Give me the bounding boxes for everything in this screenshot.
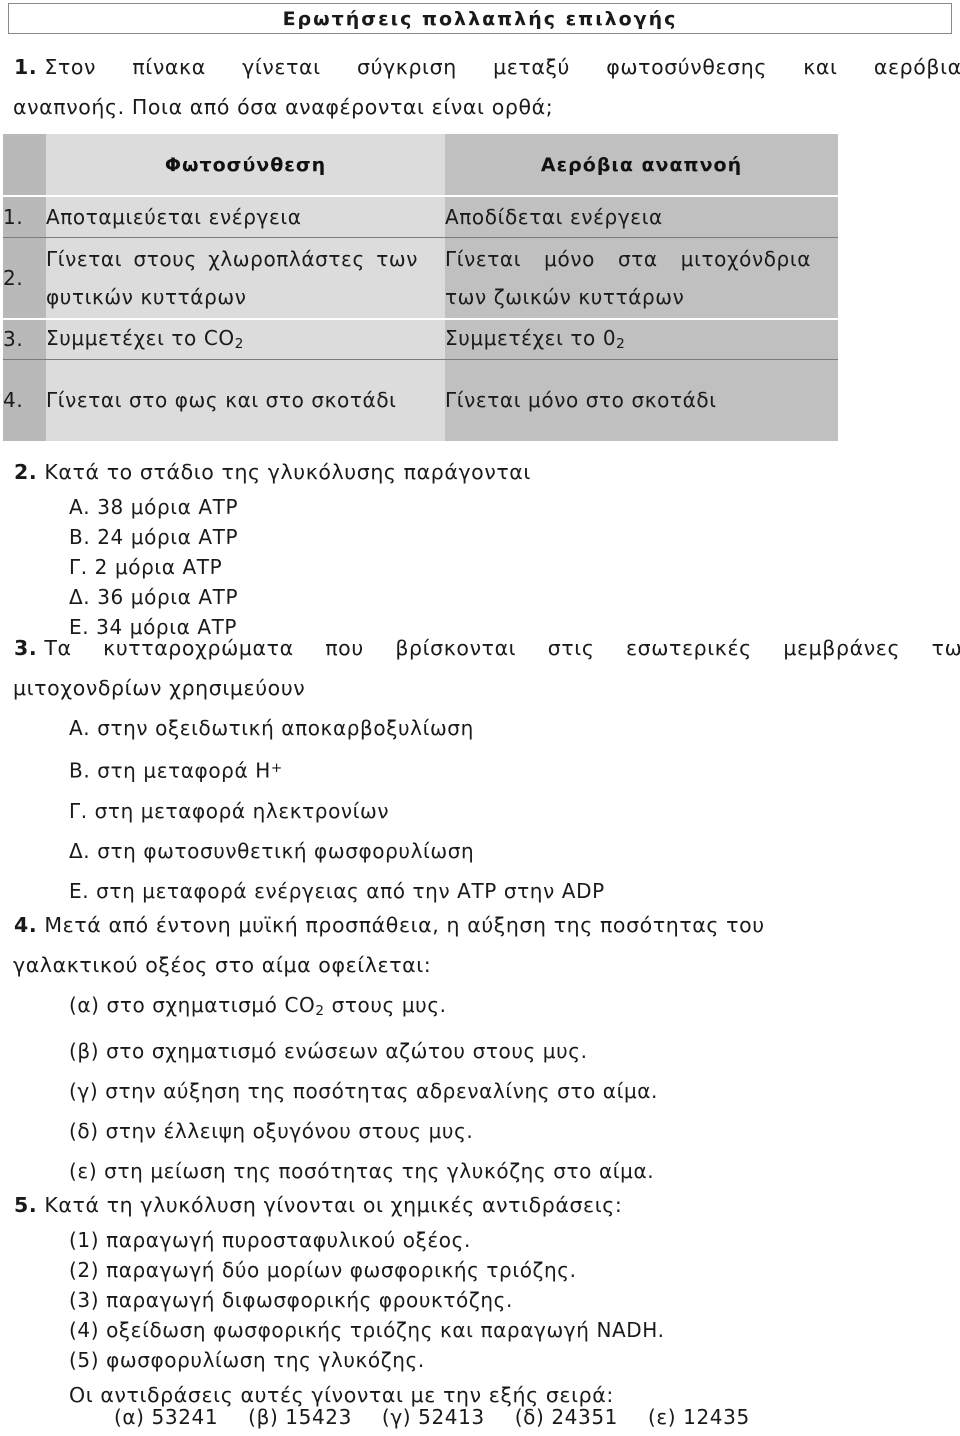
table-cell-respiration-text: Γίνεται μόνο στο σκοτάδι <box>445 388 717 413</box>
question-4-text-line-2: γαλακτικού οξέος στο αίμα οφείλεται: <box>13 953 432 977</box>
table-cell-respiration: Γίνεται μόνο στα μιτοχόνδρια των ζωικών … <box>445 237 838 319</box>
question-2-option-b[interactable]: Β. 24 μόρια ΑΤΡ <box>69 522 946 552</box>
question-5-answer-e[interactable]: (ε) 12435 <box>648 1405 750 1429</box>
question-5-answer-choices: (α) 53241 (β) 15423 (γ) 52413 (δ) 24351 (ε) … <box>114 1405 946 1429</box>
question-3-text-line-2: μιτοχονδρίων χρησιμεύουν <box>13 676 306 700</box>
table-cell-number: 4. <box>3 359 46 441</box>
table-row: 2. Γίνεται στους χλωροπλάστες των φυτικώ… <box>3 237 838 319</box>
question-2-option-c[interactable]: Γ. 2 μόρια ΑΤΡ <box>69 552 946 582</box>
question-5-reaction-4: (4) οξείδωση φωσφορικής τριόζης και παρα… <box>69 1318 665 1342</box>
question-5-answer-b[interactable]: (β) 15423 <box>248 1405 352 1429</box>
question-5-reaction-2: (2) παραγωγή δύο μορίων φωσφορικής τριόζ… <box>69 1258 577 1282</box>
table-cell-photosynthesis-text: Γίνεται στους χλωροπλάστες των φυτικών κ… <box>46 246 418 309</box>
question-5-reaction-3: (3) παραγωγή διφωσφορικής φρουκτόζης. <box>69 1288 513 1312</box>
question-5-answer-c[interactable]: (γ) 52413 <box>382 1405 485 1429</box>
question-3-line-1: 3. Τα κυτταροχρώματα που βρίσκονται στις… <box>14 628 960 668</box>
table-cell-respiration: Αποδίδεται ενέργεια <box>445 196 838 237</box>
question-5-answers-block: (α) 53241 (β) 15423 (γ) 52413 (δ) 24351 (ε) … <box>14 1405 946 1429</box>
table-row: 4. Γίνεται στο φως και στο σκοτάδι Γίνετ… <box>3 359 838 441</box>
question-1-number: 1. <box>14 55 38 79</box>
table-header-row: Φωτοσύνθεση Αερόβια αναπνοή <box>3 134 838 196</box>
question-5: 5. Κατά τη γλυκόλυση γίνονται οι χημικές… <box>14 1185 946 1375</box>
question-5-text: Κατά τη γλυκόλυση γίνονται οι χημικές αν… <box>44 1193 623 1217</box>
question-2-option-d[interactable]: Δ. 36 μόρια ΑΤΡ <box>69 582 946 612</box>
question-3-option-b-text: Β. στη μεταφορά Η <box>69 758 271 783</box>
table-cell-respiration-text: Γίνεται μόνο στα μιτοχόνδρια των ζωικών … <box>445 246 811 309</box>
document-title-box: Ερωτήσεις πολλαπλής επιλογής <box>8 3 952 34</box>
question-2-text: Κατά το στάδιο της γλυκόλυσης παράγονται <box>44 460 531 484</box>
question-3-option-d[interactable]: Δ. στη φωτοσυνθετική φωσφορυλίωση <box>69 831 946 871</box>
question-4-number: 4. <box>14 913 38 937</box>
table-cell-photosynthesis-text: Γίνεται στο φως και στο σκοτάδι <box>46 388 397 413</box>
subscript-two: 2 <box>315 1002 325 1019</box>
table-cell-photosynthesis: Γίνεται στο φως και στο σκοτάδι <box>46 359 445 441</box>
table-row: 1. Αποταμιεύεται ενέργεια Αποδίδεται ενέ… <box>3 196 838 237</box>
table-cell-photosynthesis: Αποταμιεύεται ενέργεια <box>46 196 445 237</box>
question-1-stem: 1. Στον πίνακα γίνεται σύγκριση μεταξύ φ… <box>13 47 960 127</box>
question-3-option-b[interactable]: Β. στη μεταφορά Η+ <box>69 748 946 791</box>
question-3: 3. Τα κυτταροχρώματα που βρίσκονται στις… <box>13 628 960 911</box>
subscript-two: 2 <box>616 336 626 353</box>
table-header-photosynthesis: Φωτοσύνθεση <box>46 134 445 196</box>
table-cell-photosynthesis: Συμμετέχει το CO2 <box>46 319 445 359</box>
question-4-option-c[interactable]: (γ) στην αύξηση της ποσότητας αδρεναλίνη… <box>69 1071 946 1111</box>
table-cell-number: 3. <box>3 319 46 359</box>
question-3-option-c[interactable]: Γ. στη μεταφορά ηλεκτρονίων <box>69 791 946 831</box>
superscript-plus: + <box>270 760 283 776</box>
question-4-option-d[interactable]: (δ) στην έλλειψη οξυγόνου στους μυς. <box>69 1111 946 1151</box>
question-4-option-a[interactable]: (α) στο σχηματισμό CO2 στους μυς. <box>69 985 946 1031</box>
subscript-two: 2 <box>234 336 245 353</box>
question-5-number: 5. <box>14 1193 38 1217</box>
table-row: 3. Συμμετέχει το CO2 Συμμετέχει το 02 <box>3 319 838 359</box>
question-2-stem: 2. Κατά το στάδιο της γλυκόλυσης παράγον… <box>14 452 946 492</box>
table-cell-number: 1. <box>3 196 46 237</box>
table-cell-photosynthesis: Γίνεται στους χλωροπλάστες των φυτικών κ… <box>46 237 445 319</box>
comparison-table: Φωτοσύνθεση Αερόβια αναπνοή 1. Αποταμιεύ… <box>3 134 838 441</box>
question-3-text-line-1: Τα κυτταροχρώματα που βρίσκονται στις εσ… <box>44 636 960 660</box>
question-2: 2. Κατά το στάδιο της γλυκόλυσης παράγον… <box>14 452 946 642</box>
table-header-number <box>3 134 46 196</box>
page-title: Ερωτήσεις πολλαπλής επιλογής <box>282 7 678 30</box>
document-page: Ερωτήσεις πολλαπλής επιλογής 1. Στον πίν… <box>0 0 960 1436</box>
table-cell-photosynthesis-text: Συμμετέχει το CO <box>46 326 235 351</box>
table-cell-respiration: Γίνεται μόνο στο σκοτάδι <box>445 359 838 441</box>
question-1-text-line-1: Στον πίνακα γίνεται σύγκριση μεταξύ φωτο… <box>44 55 960 79</box>
question-5-stem: 5. Κατά τη γλυκόλυση γίνονται οι χημικές… <box>14 1185 946 1225</box>
question-3-number: 3. <box>14 636 38 660</box>
question-1-line-1: 1. Στον πίνακα γίνεται σύγκριση μεταξύ φ… <box>14 47 960 87</box>
question-3-option-a[interactable]: Α. στην οξειδωτική αποκαρβοξυλίωση <box>69 708 946 748</box>
question-4-option-a-post: στους μυς. <box>324 993 447 1017</box>
question-4: 4. Μετά από έντονη μυϊκή προσπάθεια, η α… <box>13 905 946 1191</box>
question-4-text-line-1: Μετά από έντονη μυϊκή προσπάθεια, η αύξη… <box>44 913 765 937</box>
table-header-respiration: Αερόβια αναπνοή <box>445 134 838 196</box>
question-1-line-2: αναπνοής. Ποια από όσα αναφέρονται είναι… <box>13 95 554 119</box>
question-4-option-a-pre: (α) στο σχηματισμό CO <box>69 993 316 1017</box>
question-5-reaction-1: (1) παραγωγή πυροσταφυλικού οξέος. <box>69 1228 471 1252</box>
question-5-answer-a[interactable]: (α) 53241 <box>114 1405 218 1429</box>
question-4-line-1: 4. Μετά από έντονη μυϊκή προσπάθεια, η α… <box>14 905 946 945</box>
table-cell-respiration-text: Συμμετέχει το 0 <box>445 326 617 351</box>
table-cell-number: 2. <box>3 237 46 319</box>
question-2-option-a[interactable]: Α. 38 μόρια ΑΤΡ <box>69 492 946 522</box>
question-5-reaction-5: (5) φωσφορυλίωση της γλυκόζης. <box>69 1348 425 1372</box>
table-cell-respiration: Συμμετέχει το 02 <box>445 319 838 359</box>
question-5-answer-d[interactable]: (δ) 24351 <box>515 1405 618 1429</box>
question-2-number: 2. <box>14 460 38 484</box>
question-4-option-b[interactable]: (β) στο σχηματισμό ενώσεων αζώτου στους … <box>69 1031 946 1071</box>
